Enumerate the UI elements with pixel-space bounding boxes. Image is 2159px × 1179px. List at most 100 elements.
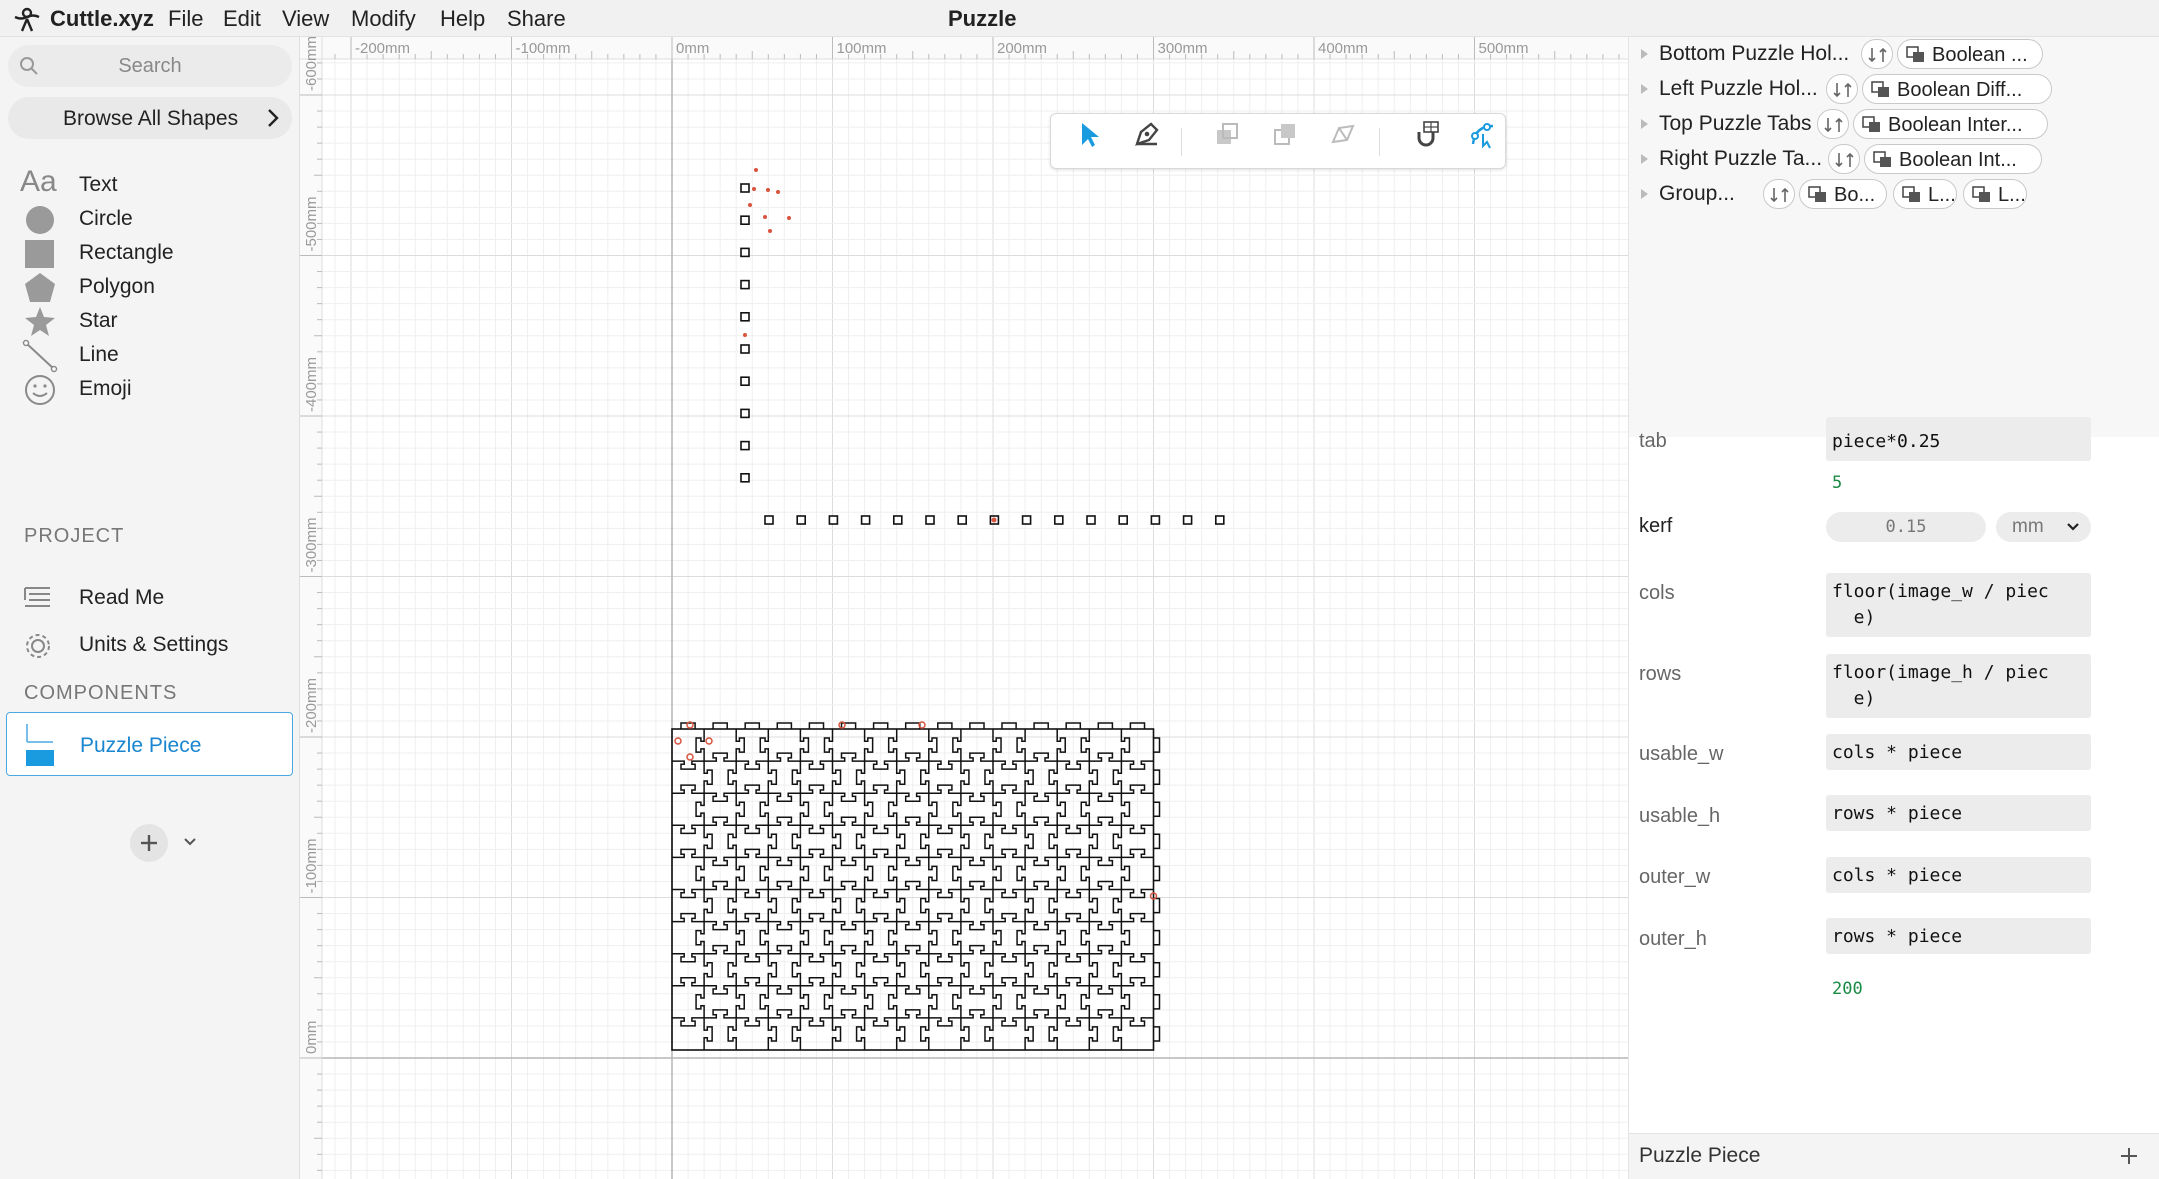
path-node [1150,515,1161,525]
expand-triangle-icon[interactable] [1637,47,1651,61]
cuttle-logo-icon[interactable] [12,5,42,33]
param-expression-input[interactable]: cols * piece [1826,857,2091,893]
modifier-pill[interactable]: Boolean Int... [1864,144,2042,174]
send-backward-icon[interactable] [1265,114,1305,154]
modifier-pill[interactable]: Boolean Inter... [1853,109,2048,139]
path-node [740,376,750,387]
swap-modifier-button[interactable] [1861,39,1893,69]
right-panel: Bottom Puzzle Hol... Boolean ... Left Puzz… [1628,37,2159,1179]
modifier-pill[interactable]: L... [1963,179,2027,209]
layer-name[interactable]: Bottom Puzzle Hol... [1659,42,1849,66]
ruler-x-label: 400mm [1318,40,1368,57]
menu-help[interactable]: Help [440,6,485,32]
layer-name[interactable]: Left Puzzle Hol... [1659,77,1818,101]
control-point [766,188,770,192]
ruler-y-label: -200mm [303,678,320,733]
expand-triangle-icon[interactable] [1637,82,1651,96]
shape-label: Emoji [79,377,132,400]
expand-triangle-icon[interactable] [1637,117,1651,131]
modifier-pill[interactable]: Boolean Diff... [1862,74,2052,104]
search-input[interactable]: Search [8,45,292,87]
project-item-units-settings[interactable]: Units & Settings [0,623,300,667]
swap-modifier-button[interactable] [1826,74,1858,104]
modifier-pill[interactable]: Bo... [1799,179,1887,209]
swap-modifier-button[interactable] [1828,144,1860,174]
components-section-title: COMPONENTS [24,682,178,704]
param-name: cols [1639,582,1675,604]
ruler-x-label: 200mm [997,40,1047,57]
control-point [991,517,997,523]
ruler-x-label: 300mm [1158,40,1208,57]
boolean-modifier-icon [1862,116,1880,132]
shape-emoji[interactable]: Emoji [0,367,300,411]
menu-edit[interactable]: Edit [223,6,261,32]
param-expression-input[interactable]: floor(image_h / piec e) [1826,654,2091,718]
path-node [764,515,774,525]
layer-row[interactable]: Left Puzzle Hol... Boolean Diff... [1629,72,2159,106]
chevron-right-icon [268,109,279,127]
boolean-modifier-icon [1902,186,1920,202]
node-edit-icon[interactable] [1463,114,1503,154]
bring-forward-icon[interactable] [1207,114,1247,154]
layer-row[interactable]: Top Puzzle Tabs Boolean Inter... [1629,107,2159,141]
layer-name[interactable]: Group... [1659,182,1735,206]
kerf-unit-label: mm [2012,516,2044,537]
menu-view[interactable]: View [282,6,329,32]
layer-row[interactable]: Right Puzzle Ta... Boolean Int... [1629,142,2159,176]
menu-file[interactable]: File [168,6,203,32]
modifier-pill[interactable]: L... [1893,179,1957,209]
modifier-label: L... [1998,184,2026,206]
param-expression-input[interactable]: rows * piece [1826,918,2091,954]
boolean-modifier-icon [1808,186,1826,202]
swap-modifier-button[interactable] [1763,179,1795,209]
param-name-kerf: kerf [1639,515,1673,537]
control-point [705,737,713,745]
boolean-modifier-icon [1906,46,1924,62]
add-parameter-plus-icon[interactable] [2117,1144,2141,1168]
ruler-y-label: -100mm [303,838,320,893]
path-node [740,247,750,258]
path-node [796,515,807,525]
project-item-readme[interactable]: Read Me [0,576,300,620]
ruler-x-label: 100mm [837,40,887,57]
path-node [1053,515,1064,525]
menu-share[interactable]: Share [507,6,566,32]
boolean-modifier-icon [1972,186,1990,202]
layer-row[interactable]: Group... Bo... L... L... [1629,177,2159,211]
select-arrow-icon[interactable] [1069,114,1109,154]
app-name[interactable]: Cuttle.xyz [50,6,154,32]
param-expr-tab[interactable]: piece*0.25 [1826,417,2091,461]
param-expression-input[interactable]: rows * piece [1826,795,2091,831]
layer-row[interactable]: Bottom Puzzle Hol... Boolean ... [1629,37,2159,71]
snap-magnet-icon[interactable] [1407,114,1447,154]
component-puzzle-piece[interactable]: Puzzle Piece [6,712,293,776]
layer-name[interactable]: Right Puzzle Ta... [1659,147,1822,171]
toolbar-separator [1181,128,1182,156]
design-canvas[interactable]: -200mm -100mm 0mm 100mm 200mm 300mm 400mm 500mm… [300,37,1628,1179]
pen-icon[interactable] [1127,114,1167,154]
menu-modify[interactable]: Modify [351,6,416,32]
expand-triangle-icon[interactable] [1637,152,1651,166]
project-item-label: Read Me [79,586,165,609]
param-result: 200 [1832,979,1863,999]
layer-name[interactable]: Top Puzzle Tabs [1659,112,1812,136]
browse-all-shapes-button[interactable]: Browse All Shapes [8,97,292,139]
swap-modifier-button[interactable] [1817,109,1849,139]
horizontal-ruler [300,37,1628,59]
param-expression-input[interactable]: cols * piece [1826,734,2091,770]
kerf-unit-select[interactable]: mm [1996,512,2091,542]
canvas-drawing[interactable]: -200mm -100mm 0mm 100mm 200mm 300mm 400mm 500mm… [300,37,1628,1179]
project-item-label: Units & Settings [79,633,229,656]
kerf-input[interactable]: 0.15 [1826,512,1986,542]
arrange-icon[interactable] [1323,114,1363,154]
chevron-down-icon[interactable] [182,834,198,850]
document-title[interactable]: Puzzle [948,6,1016,32]
path-node [925,515,935,525]
component-thumbnail-icon [26,724,54,766]
path-node [740,279,750,290]
add-component-button[interactable] [130,824,168,862]
modifier-pill[interactable]: Boolean ... [1897,39,2043,69]
expand-triangle-icon[interactable] [1637,187,1651,201]
param-expression-input[interactable]: floor(image_w / piec e) [1826,573,2091,637]
emoji-icon [25,375,55,405]
